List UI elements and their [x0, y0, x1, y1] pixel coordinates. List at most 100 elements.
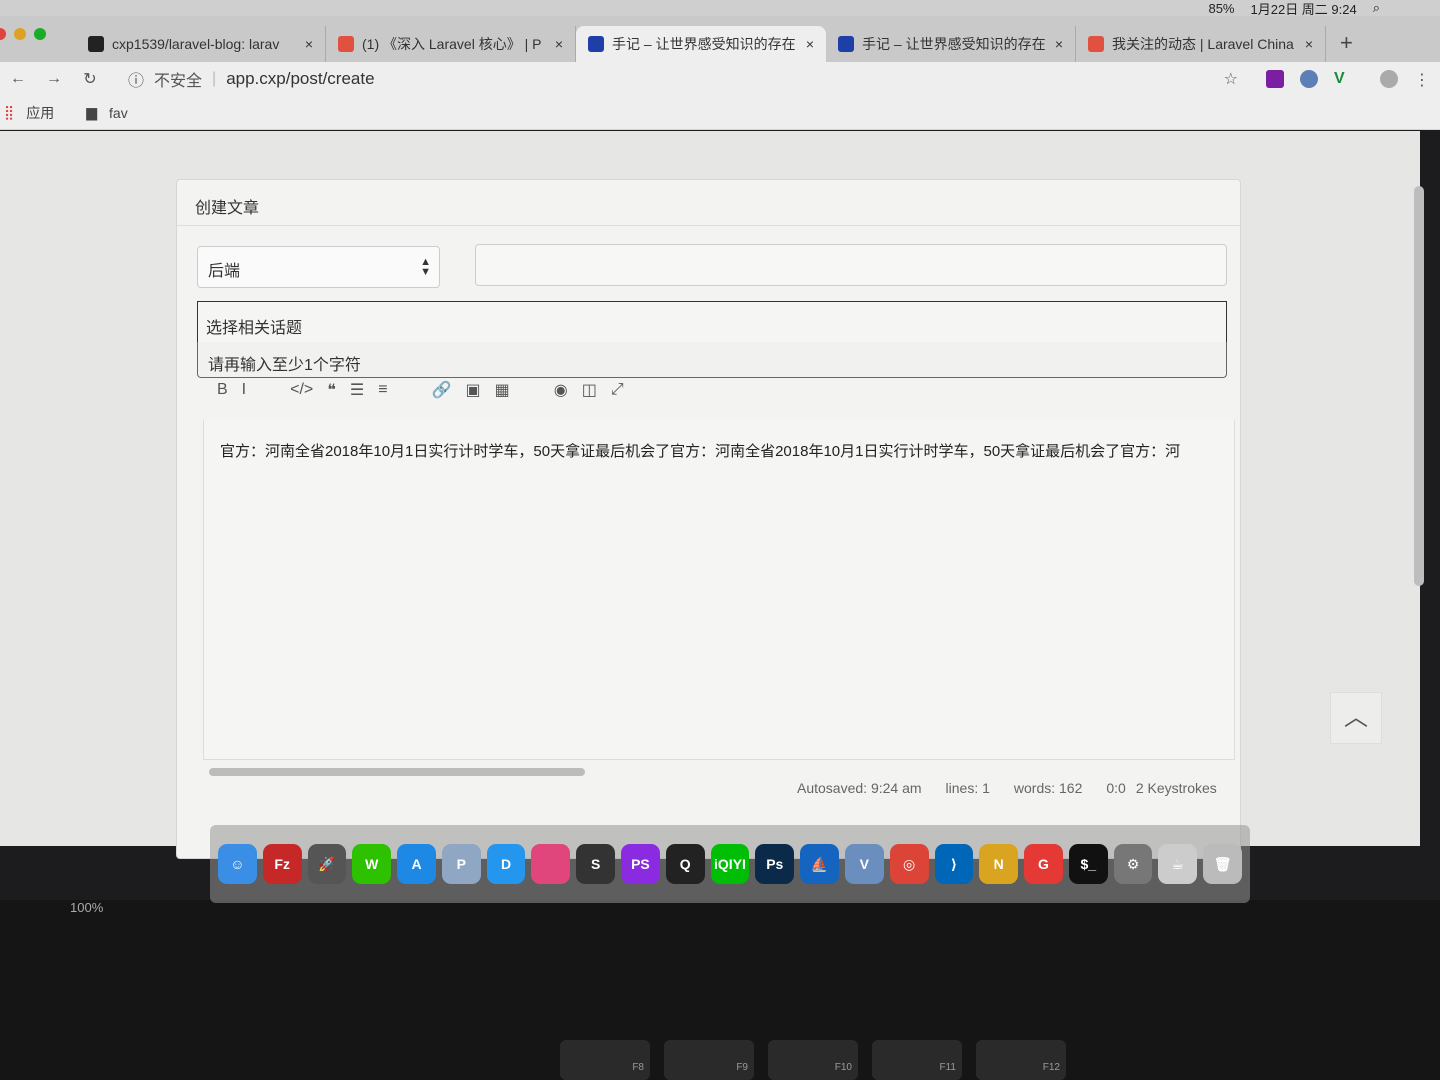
clock[interactable]: 1月22日 周二 9:24: [1251, 0, 1357, 18]
lines-count: lines: 1: [945, 780, 990, 796]
tab-title: 手记 – 让世界感受知识的存在: [612, 36, 796, 52]
category-value: 后端: [208, 263, 241, 280]
function-key: F8: [560, 1040, 650, 1080]
autosaved-status: Autosaved: 9:24 am: [797, 780, 922, 796]
security-label: 不安全: [154, 73, 203, 90]
editor-tool-button[interactable]: </>: [290, 381, 313, 399]
extension-icon[interactable]: [1266, 70, 1284, 88]
back-to-top-button[interactable]: ︿: [1330, 692, 1382, 744]
topic-hint: 请再输入至少1个字符: [197, 342, 1227, 378]
virtualbox-icon[interactable]: V: [844, 844, 884, 884]
close-tab-icon[interactable]: ×: [305, 36, 313, 52]
tab[interactable]: (1) 《深入 Laravel 核心》 | P ×: [326, 26, 576, 62]
page-content: 创建文章 后端 ▲ ▼ 选择相关话题 请再输入至少1个字符 B I </> ❝ ☰ ≡ 🔗 ▣ ▦ ◉…: [0, 131, 1420, 859]
docker-icon[interactable]: D: [486, 844, 526, 884]
laravel-icon: [338, 36, 354, 52]
tab[interactable]: 手记 – 让世界感受知识的存在 ×: [576, 26, 826, 62]
bookmark-star-icon[interactable]: ☆: [1224, 69, 1238, 89]
editor-tool-button[interactable]: 🔗: [432, 380, 452, 400]
git-app-icon[interactable]: G: [1024, 844, 1063, 884]
chrome-icon[interactable]: ◎: [889, 844, 929, 884]
qq-icon[interactable]: Q: [665, 844, 705, 884]
notes-icon: [588, 36, 604, 52]
forward-icon[interactable]: →: [36, 70, 72, 88]
page-scrollbar[interactable]: [1414, 186, 1424, 586]
editor-statusbar: Autosaved: 9:24 am lines: 1 words: 162 0…: [797, 780, 1217, 796]
editor-tool-button[interactable]: ◉: [554, 380, 568, 400]
editor-tool-button[interactable]: ⤢: [611, 381, 624, 399]
editor-tool-button[interactable]: ▣: [465, 380, 480, 400]
profile-avatar[interactable]: [1380, 70, 1398, 88]
vue-devtools-icon[interactable]: V: [1334, 70, 1352, 88]
close-tab-icon[interactable]: ×: [555, 36, 563, 52]
laravel-icon: [1088, 36, 1104, 52]
topic-select[interactable]: 选择相关话题: [197, 301, 1227, 343]
tab[interactable]: 手记 – 让世界感受知识的存在 ×: [826, 26, 1076, 62]
iqiyi-icon[interactable]: iQIYI: [710, 844, 750, 884]
keyboard: F8 F9 F10 F11 F12: [0, 1020, 1440, 1080]
terminal-icon[interactable]: $_: [1068, 844, 1108, 884]
tab[interactable]: cxp1539/laravel-blog: larav ×: [76, 26, 326, 62]
trash-icon[interactable]: 🗑: [1203, 844, 1242, 884]
minimize-window-button[interactable]: [14, 28, 26, 40]
keystrokes-count: 2 Keystrokes: [1135, 780, 1217, 796]
editor-tool-button[interactable]: B: [217, 381, 228, 399]
extension-icon[interactable]: [1300, 70, 1318, 88]
create-post-card: 创建文章 后端 ▲ ▼ 选择相关话题 请再输入至少1个字符 B I </> ❝ ☰ ≡ 🔗 ▣ ▦ ◉…: [176, 179, 1241, 859]
editor-tool-button[interactable]: ▦: [495, 380, 510, 400]
function-key: F11: [872, 1040, 962, 1080]
editor-toolbar: B I </> ❝ ☰ ≡ 🔗 ▣ ▦ ◉ ◫ ⤢: [217, 380, 624, 400]
app-pink-icon[interactable]: [531, 844, 571, 884]
more-menu-icon[interactable]: ⋮: [1414, 70, 1432, 89]
divider: |: [212, 70, 217, 87]
close-tab-icon[interactable]: ×: [1055, 36, 1063, 52]
editor-tool-button[interactable]: ◫: [582, 380, 597, 400]
app-jar-icon[interactable]: ☕: [1158, 844, 1198, 884]
function-key: F10: [768, 1040, 858, 1080]
vscode-icon[interactable]: ⟩: [934, 844, 974, 884]
info-icon[interactable]: ⓘ: [128, 67, 144, 91]
github-icon: [88, 36, 104, 52]
search-icon[interactable]: ⌕: [1373, 0, 1380, 16]
phpstorm-icon[interactable]: PS: [621, 844, 660, 884]
close-tab-icon[interactable]: ×: [806, 36, 814, 52]
tab-title: 手记 – 让世界感受知识的存在: [862, 36, 1046, 52]
function-key: F12: [976, 1040, 1066, 1080]
close-tab-icon[interactable]: ×: [1305, 36, 1313, 52]
system-preferences-icon[interactable]: ⚙: [1113, 844, 1153, 884]
editor-tool-button[interactable]: I: [242, 381, 246, 399]
photoshop-icon[interactable]: Ps: [755, 844, 795, 884]
bookmarks-bar: ⣿ 应用 ▆ fav: [0, 96, 1440, 130]
tab[interactable]: 我关注的动态 | Laravel China ×: [1076, 26, 1326, 62]
browser-toolbar: ← → ↻ ⓘ 不安全 | app.cxp/post/create ☆ V ⋮: [0, 62, 1440, 96]
card-title: 创建文章: [177, 180, 1240, 226]
address-bar[interactable]: ⓘ 不安全 | app.cxp/post/create: [128, 64, 1224, 94]
bookmark-fav[interactable]: fav: [109, 105, 128, 121]
finder-icon[interactable]: ☺: [218, 844, 257, 884]
editor-tool-button[interactable]: ☰: [350, 380, 364, 400]
bookmark-apps[interactable]: 应用: [26, 103, 54, 123]
filezilla-icon[interactable]: Fz: [262, 844, 302, 884]
editor-tool-button[interactable]: ≡: [378, 381, 387, 399]
navicat-icon[interactable]: N: [979, 844, 1019, 884]
launchpad-icon[interactable]: 🚀: [307, 844, 347, 884]
wechat-icon[interactable]: W: [352, 844, 392, 884]
back-icon[interactable]: ←: [0, 70, 36, 88]
sublime-icon[interactable]: S: [576, 844, 616, 884]
app-store-icon[interactable]: A: [397, 844, 436, 884]
battery-status[interactable]: 85%: [1208, 1, 1234, 16]
zoom-window-button[interactable]: [34, 28, 46, 40]
editor-tool-button[interactable]: ❝: [327, 380, 336, 400]
markdown-editor[interactable]: 官方：河南全省2018年10月1日实行计时学车，50天拿证最后机会了官方：河南全…: [203, 420, 1235, 760]
url-text[interactable]: app.cxp/post/create: [226, 69, 374, 89]
sequel-icon[interactable]: ⛵: [800, 844, 839, 884]
title-input[interactable]: [475, 244, 1227, 286]
close-window-button[interactable]: [0, 28, 6, 40]
reload-icon[interactable]: ↻: [72, 69, 108, 89]
new-tab-button[interactable]: +: [1326, 30, 1367, 62]
folder-icon: ▆: [86, 104, 98, 120]
horizontal-scrollbar[interactable]: [209, 768, 585, 776]
preview-icon[interactable]: P: [441, 844, 481, 884]
category-select[interactable]: 后端 ▲ ▼: [197, 246, 440, 288]
function-key: F9: [664, 1040, 754, 1080]
